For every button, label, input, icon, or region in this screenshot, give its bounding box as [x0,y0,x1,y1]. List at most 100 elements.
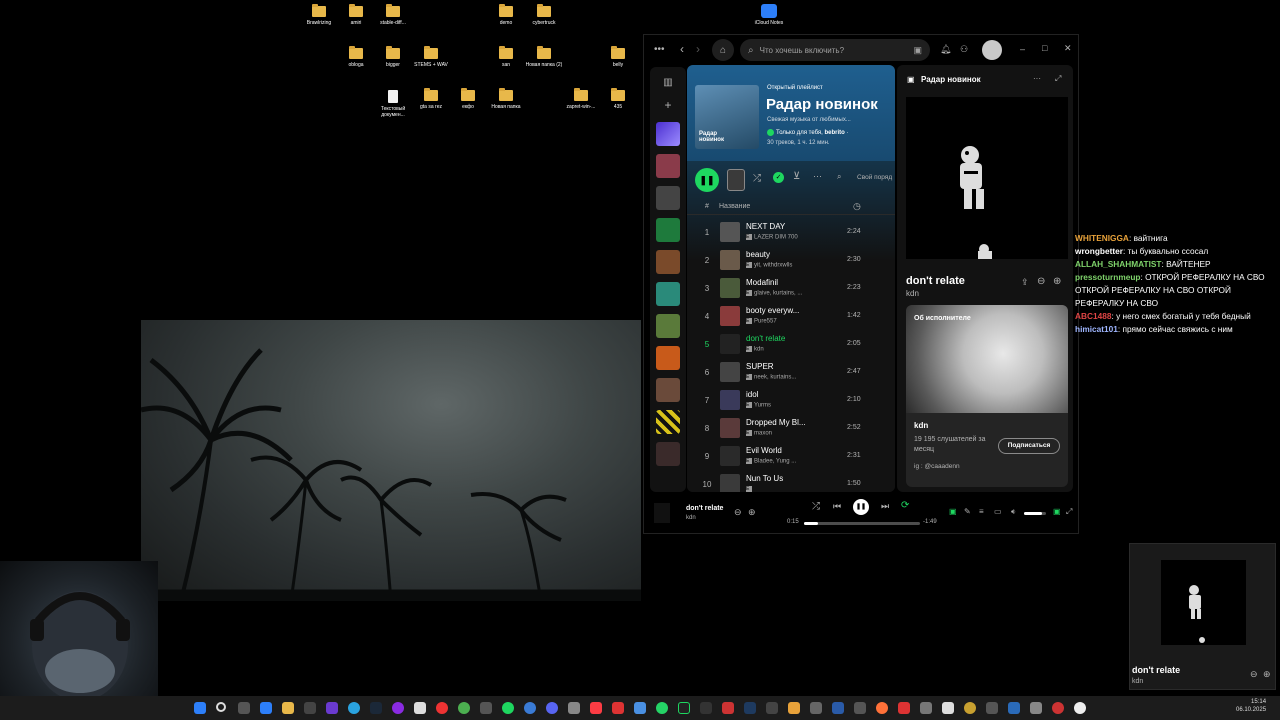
saved-check-icon[interactable]: ✓ [773,172,784,183]
share-icon[interactable]: ⇪ [1021,277,1029,288]
app-icon[interactable] [788,702,800,714]
discord-icon[interactable] [546,702,558,714]
shuffle-icon[interactable]: ⤮ [812,501,820,512]
track-title[interactable]: idol [746,390,821,399]
close-icon[interactable]: ✕ [1064,43,1072,54]
sort-dropdown[interactable]: Свой поряд [857,174,892,181]
desktop-folder-icon[interactable]: amiri [336,4,376,26]
remove-from-library-icon[interactable]: ⊖ [734,507,742,518]
library-item[interactable] [656,314,680,338]
library-item[interactable] [656,250,680,274]
chat-username[interactable]: wrongbetter [1075,246,1123,256]
library-item[interactable] [656,218,680,242]
desktop-folder-icon[interactable]: 435 [598,88,638,110]
library-item[interactable] [656,442,680,466]
task-view-icon[interactable] [238,702,250,714]
forward-arrow-icon[interactable]: › [696,42,700,56]
track-title[interactable]: booty everyw... [746,306,821,315]
previous-icon[interactable]: ⏮ [833,501,841,512]
track-artist[interactable]: E [746,486,821,492]
repeat-icon[interactable]: ⟳ [901,500,909,511]
app-icon[interactable] [612,702,624,714]
home-button[interactable]: ⌂ [712,39,734,61]
desktop-folder-icon[interactable]: STEMS + WAV [411,46,451,68]
next-icon[interactable]: ⏭ [881,501,889,512]
desktop-folder-icon[interactable]: gta sa rez [411,88,451,110]
remove-icon[interactable]: ⊖ [1037,276,1045,287]
desktop-folder-icon[interactable]: екфо [448,88,488,110]
app-icon[interactable] [854,702,866,714]
track-title[interactable]: Modafinil [746,278,821,287]
track-artist[interactable]: Ekdn [746,346,821,353]
app-icon[interactable] [964,702,976,714]
track-row[interactable]: 5 don't relate Ekdn 2:05 [687,331,895,359]
chat-username[interactable]: WHITENIGGA [1075,233,1129,243]
add-to-playlist-icon[interactable]: ⊕ [748,507,756,518]
app-icon[interactable] [524,702,536,714]
track-title[interactable]: Nun To Us [746,474,821,483]
add-icon[interactable]: ⊕ [1263,669,1271,680]
track-artist[interactable]: E LAZER DIM 700 [746,234,821,241]
track-title[interactable]: Evil World [746,446,821,455]
track-artist[interactable]: Eglaive, kurtains, ... [746,290,821,297]
track-row[interactable]: 8 Dropped My Bl... Emaxon 2:52 [687,415,895,443]
track-artist[interactable]: E Yurms [746,402,821,409]
expand-icon[interactable]: ⤢ [1055,74,1061,84]
progress-bar[interactable] [804,522,920,525]
track-row[interactable]: 2 beauty Eyit, withdrxwlls 2:30 [687,247,895,275]
artist-card[interactable]: Об исполнителе kdn 19 195 слушателей за … [906,305,1068,487]
chrome-icon[interactable] [458,702,470,714]
track-artist[interactable]: Eyit, withdrxwlls [746,262,821,269]
back-arrow-icon[interactable]: ‹ [680,42,684,56]
yandex-icon[interactable] [436,702,448,714]
chat-username[interactable]: ABC1488 [1075,311,1111,321]
app-icon[interactable] [480,702,492,714]
track-row[interactable]: 10 Nun To Us E 1:50 [687,471,895,492]
track-artist[interactable]: E Bladee, Yung ... [746,458,821,465]
playlist-owner-link[interactable]: bebrito [824,130,844,136]
app-icon[interactable] [700,702,712,714]
desktop-folder-icon[interactable]: Новая папка [486,88,526,110]
download-icon[interactable]: ⊻ [793,171,800,182]
track-title[interactable]: don't relate [746,334,821,343]
mini-player-title[interactable]: don't relate [1132,665,1180,675]
chat-username[interactable]: ALLAH_SHAHMATIST [1075,259,1162,269]
browse-icon[interactable]: ▣ [913,45,922,56]
app-icon[interactable] [568,702,580,714]
desktop-folder-icon[interactable]: stable-diff... [373,4,413,26]
app-icon[interactable] [1074,702,1086,714]
steam-icon[interactable] [370,702,382,714]
bell-icon[interactable]: 🔔︎ [940,44,951,55]
app-icon[interactable] [744,702,756,714]
mini-player-icon[interactable]: ▣ [1053,507,1061,516]
app-icon[interactable] [898,702,910,714]
desktop-folder-icon[interactable]: san [486,46,526,68]
artist-social[interactable]: ig : @caaadenn [914,463,960,470]
app-icon[interactable] [1030,702,1042,714]
desktop-document-icon[interactable]: Текстовый докумен... [373,90,413,118]
desktop-folder-icon[interactable]: bigger [373,46,413,68]
music-icon[interactable] [590,702,602,714]
app-icon[interactable] [832,702,844,714]
icloud-notes-icon[interactable]: iCloud Notes [748,4,790,26]
track-row[interactable]: 4 booty everyw... E Pure557 1:42 [687,303,895,331]
menu-dots-icon[interactable]: ••• [654,44,665,55]
panel-more-icon[interactable]: ··· [1033,74,1041,83]
library-item[interactable] [656,154,680,178]
library-item[interactable] [656,378,680,402]
desktop-folder-icon[interactable]: Brawlrizing [299,4,339,26]
widgets-icon[interactable] [260,702,272,714]
terminal-icon[interactable] [304,702,316,714]
file-explorer-icon[interactable] [282,702,294,714]
more-options-icon[interactable]: ··· [813,171,822,181]
track-row[interactable]: 1 NEXT DAY E LAZER DIM 700 2:24 [687,219,895,247]
app-icon[interactable] [920,702,932,714]
now-playing-title[interactable]: don't relate [906,275,965,287]
now-playing-view-icon[interactable]: ▣ [949,507,957,516]
player-title[interactable]: don't relate [686,505,723,512]
track-row[interactable]: 6 SUPER Eneek, kurtains... 2:47 [687,359,895,387]
desktop-folder-icon[interactable]: obloga [336,46,376,68]
pause-button[interactable]: ❚❚ [695,168,719,192]
desktop-folder-icon[interactable]: Новая папка (2) [524,46,564,68]
telegram-icon[interactable] [348,702,360,714]
